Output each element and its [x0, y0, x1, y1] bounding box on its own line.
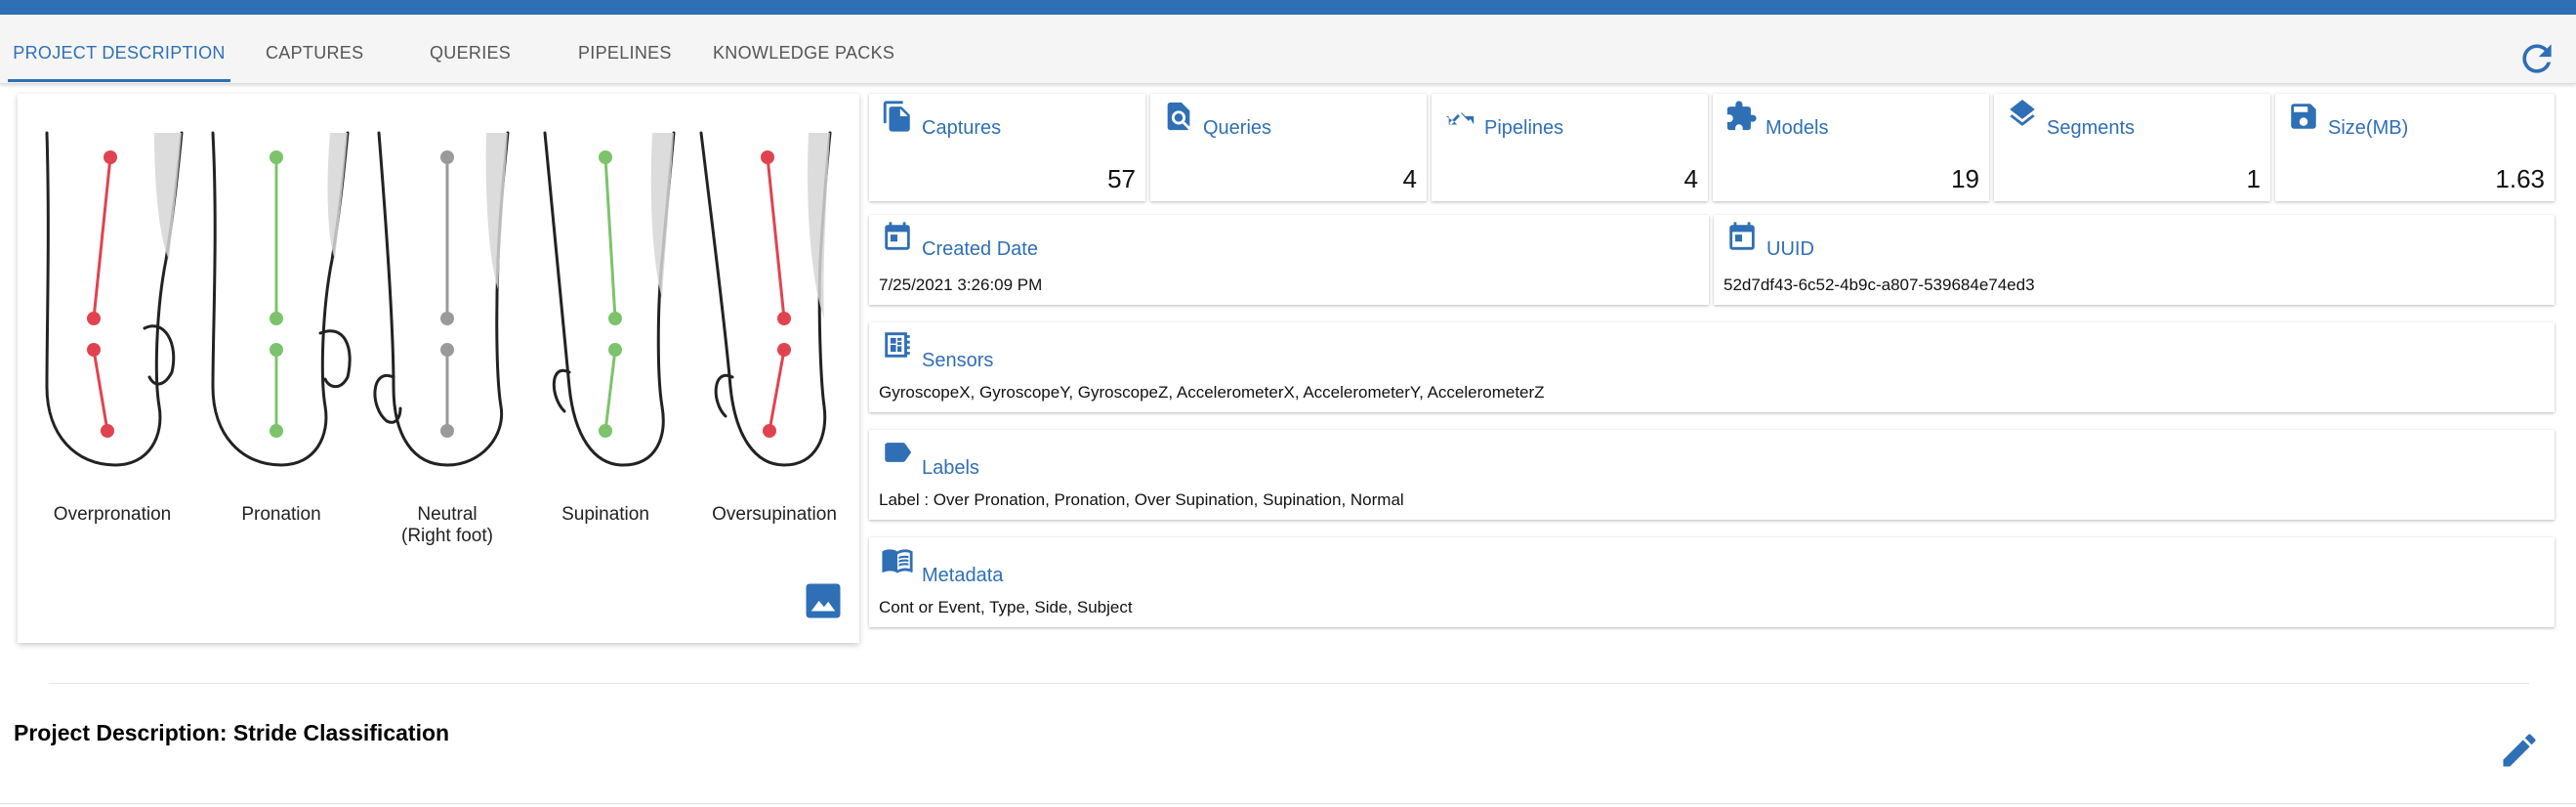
stat-card-captures[interactable]: Captures 57: [869, 94, 1145, 201]
floppy-icon: [2291, 104, 2316, 129]
project-description-title: Project Description: Stride Classificati…: [14, 720, 450, 745]
puzzle-icon: [1726, 101, 1757, 131]
labels-card: Labels Label : Over Pronation, Pronation…: [869, 430, 2555, 520]
created-date-card: Created Date 7/25/2021 3:26:09 PM: [869, 215, 1709, 305]
calendar-icon: [885, 222, 910, 250]
image-icon[interactable]: [803, 580, 844, 621]
stat-card-pipelines[interactable]: Pipelines 4: [1432, 94, 1708, 201]
uuid-card: UUID 52d7df43-6c52-4b9c-a807-539684e74ed…: [1714, 215, 2555, 305]
stat-card-segments[interactable]: Segments 1: [1994, 94, 2270, 201]
created-date-value: 7/25/2021 3:26:09 PM: [879, 276, 1043, 294]
created-date-label: Created Date: [922, 238, 1038, 260]
metadata-label: Metadata: [922, 565, 1004, 586]
tab-bar: PROJECT DESCRIPTION CAPTURES QUERIES PIP…: [0, 15, 2576, 84]
app-top-bar: [0, 0, 2576, 15]
metadata-card: Metadata Cont or Event, Type, Side, Subj…: [869, 537, 2555, 627]
project-image-card: Overpronation Pronation Neutral (Right f…: [18, 94, 859, 643]
stat-label: Models: [1766, 117, 1829, 139]
sensors-value: GyroscopeX, GyroscopeY, GyroscopeZ, Acce…: [879, 383, 1545, 402]
layers-icon: [2010, 100, 2035, 126]
metadata-value: Cont or Event, Type, Side, Subject: [879, 598, 1133, 616]
stat-value: 4: [1402, 164, 1417, 193]
stat-label: Segments: [2047, 117, 2136, 139]
label-tag-icon: [885, 443, 912, 462]
stat-label: Size(MB): [2328, 117, 2409, 139]
stat-card-queries[interactable]: Queries 4: [1150, 94, 1427, 201]
stat-label: Captures: [922, 117, 1002, 139]
tab-queries[interactable]: QUERIES: [430, 15, 511, 81]
edit-pencil-icon[interactable]: [2498, 729, 2541, 772]
stat-value: 4: [1683, 164, 1698, 193]
tab-pipelines[interactable]: PIPELINES: [578, 15, 672, 81]
uuid-value: 52d7df43-6c52-4b9c-a807-539684e74ed3: [1724, 276, 2035, 294]
tab-knowledge-packs[interactable]: KNOWLEDGE PACKS: [713, 15, 894, 81]
sensors-icon: [885, 332, 910, 358]
uuid-label: UUID: [1766, 238, 1814, 260]
stat-value: 1.63: [2495, 164, 2545, 193]
tab-project-description[interactable]: PROJECT DESCRIPTION: [8, 15, 230, 82]
label-right-foot: (Right foot): [401, 526, 493, 546]
labels-value: Label : Over Pronation, Pronation, Over …: [879, 490, 1404, 509]
calendar-icon: [1729, 222, 1755, 250]
stat-label: Queries: [1203, 117, 1272, 139]
stat-label: Pipelines: [1484, 117, 1564, 139]
fork-icon: [1445, 102, 1475, 125]
bottom-border: [0, 803, 2576, 804]
stat-value: 57: [1107, 164, 1136, 193]
file-copy-icon: [883, 101, 910, 132]
labels-label: Labels: [922, 457, 979, 479]
foot-pronation-illustration: Overpronation Pronation Neutral (Right f…: [45, 131, 837, 546]
sensors-card: Sensors GyroscopeX, GyroscopeY, Gyroscop…: [869, 322, 2555, 412]
label-supination: Supination: [561, 504, 649, 525]
find-in-page-icon: [1167, 102, 1190, 131]
section-divider: [49, 683, 2529, 684]
refresh-icon[interactable]: [2515, 37, 2558, 80]
stat-card-models[interactable]: Models 19: [1713, 94, 1989, 201]
label-oversupination: Oversupination: [712, 504, 837, 525]
book-icon: [882, 549, 913, 573]
label-pronation: Pronation: [241, 504, 320, 525]
label-overpronation: Overpronation: [54, 504, 171, 525]
tab-captures[interactable]: CAPTURES: [266, 15, 363, 81]
label-neutral: Neutral: [417, 504, 477, 525]
stat-value: 1: [2246, 164, 2261, 193]
stat-value: 19: [1951, 164, 1979, 193]
sensors-label: Sensors: [922, 350, 994, 371]
stat-card-size[interactable]: Size(MB) 1.63: [2275, 94, 2555, 201]
